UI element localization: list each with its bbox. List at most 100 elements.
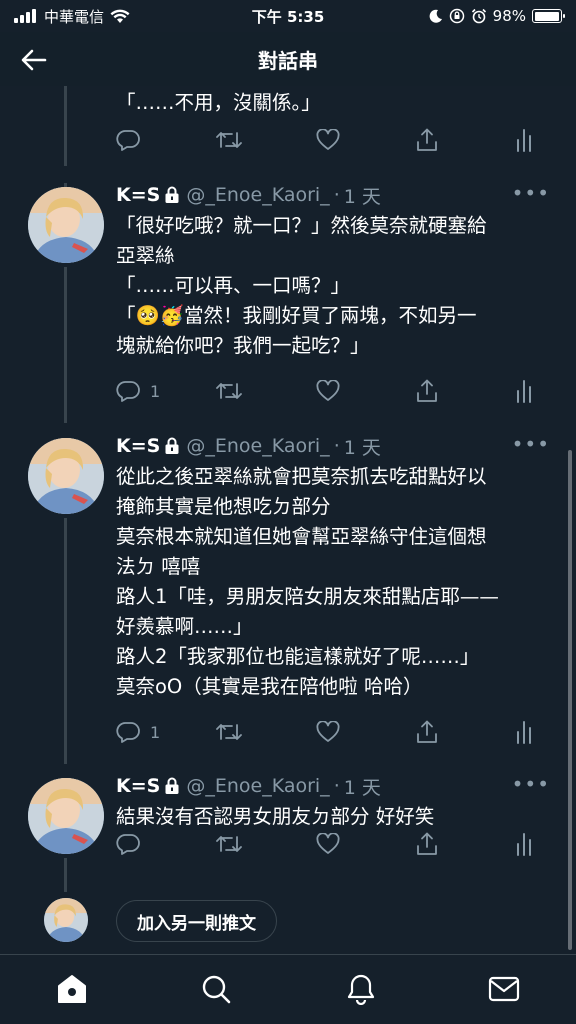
moon-icon (429, 9, 442, 23)
thread-line (64, 86, 67, 166)
back-button[interactable] (18, 44, 50, 76)
reply-button[interactable]: 1 (116, 380, 160, 402)
tab-notifications[interactable] (343, 971, 379, 1007)
tab-messages[interactable] (486, 971, 522, 1007)
timestamp[interactable]: 1 天 (344, 182, 381, 209)
retweet-button[interactable] (216, 381, 242, 401)
avatar[interactable] (28, 778, 104, 854)
analytics-button[interactable] (516, 128, 532, 152)
reply-icon (116, 834, 140, 855)
thread[interactable]: 「……不用，沒關係。」 K=S @_Enoe_Kaori_ · 1 天 ••• … (0, 86, 576, 954)
retweet-button[interactable] (216, 834, 242, 854)
tweet-text-line: 掩飾其實是他想吃ㄉ部分 (116, 495, 331, 518)
like-button[interactable] (316, 129, 340, 151)
mail-icon (488, 976, 520, 1002)
like-icon (316, 833, 340, 854)
battery-percent: 98% (492, 7, 526, 25)
scrollbar[interactable] (568, 450, 572, 950)
retweet-button[interactable] (216, 722, 242, 742)
handle[interactable]: @_Enoe_Kaori_ (186, 184, 329, 206)
tweet-text: 結果沒有否認男女朋友ㄉ部分 好好笑 (116, 802, 556, 832)
separator-dot: · (333, 184, 340, 206)
status-left: 中華電信 (14, 6, 130, 27)
battery-icon (532, 9, 565, 23)
tweet[interactable]: 「……不用，沒關係。」 (0, 86, 576, 166)
share-button[interactable] (416, 128, 438, 152)
avatar (44, 898, 88, 942)
analytics-icon (517, 380, 531, 403)
tab-home[interactable] (54, 971, 90, 1007)
tweet-text-line: 「很好吃哦？就一口？」然後莫奈就硬塞給 (116, 214, 487, 237)
analytics-button[interactable] (516, 720, 532, 744)
home-icon (58, 975, 86, 1003)
more-icon[interactable]: ••• (512, 772, 550, 796)
reply-button[interactable] (116, 129, 150, 151)
tweet-content: K=S @_Enoe_Kaori_ · 1 天 ••• 從此之後亞翠絲就會把莫奈… (116, 432, 556, 702)
reply-icon (116, 381, 140, 402)
tweet-text-line: 路人1「哇，男朋友陪女朋友來甜點店耶—— (116, 585, 499, 608)
avatar[interactable] (28, 187, 104, 263)
page-title: 對話串 (258, 48, 318, 73)
search-icon (202, 975, 231, 1004)
tweet[interactable]: K=S @_Enoe_Kaori_ · 1 天 ••• 結果沒有否認男女朋友ㄉ部… (0, 772, 576, 894)
tweet-meta: K=S @_Enoe_Kaori_ · 1 天 (116, 433, 556, 460)
retweet-button[interactable] (216, 130, 242, 150)
tweet-actions (116, 126, 556, 154)
timestamp[interactable]: 1 天 (344, 773, 381, 800)
share-button[interactable] (416, 832, 438, 856)
timestamp[interactable]: 1 天 (344, 433, 381, 460)
handle[interactable]: @_Enoe_Kaori_ (186, 435, 329, 457)
handle[interactable]: @_Enoe_Kaori_ (186, 775, 329, 797)
tweet-text-line: 路人2「我家那位也能這樣就好了呢……」 (116, 645, 480, 668)
analytics-button[interactable] (516, 379, 532, 403)
analytics-button[interactable] (516, 832, 532, 856)
tab-search[interactable] (198, 971, 234, 1007)
reply-button[interactable]: 1 (116, 721, 160, 743)
retweet-icon (216, 724, 242, 740)
avatar-image (44, 898, 88, 942)
analytics-icon (517, 833, 531, 856)
like-icon (316, 380, 340, 401)
tweet-text-line: 「🥺🥳當然！我剛好買了兩塊，不如另一 (116, 304, 477, 327)
avatar-image (28, 438, 104, 514)
like-button[interactable] (316, 380, 340, 402)
add-tweet-composer: 加入另一則推文 (0, 898, 576, 954)
share-icon (417, 720, 437, 743)
more-icon[interactable]: ••• (512, 432, 550, 456)
bell-icon (347, 974, 375, 1005)
tweet[interactable]: K=S @_Enoe_Kaori_ · 1 天 ••• 「很好吃哦？就一口？」然… (0, 181, 576, 423)
display-name[interactable]: K=S (116, 435, 160, 457)
alarm-icon (471, 8, 486, 24)
thread-header: 對話串 (0, 32, 576, 86)
thread-line (64, 858, 67, 892)
display-name[interactable]: K=S (116, 184, 160, 206)
like-button[interactable] (316, 833, 340, 855)
share-icon (417, 128, 437, 151)
avatar[interactable] (28, 438, 104, 514)
add-another-tweet-button[interactable]: 加入另一則推文 (116, 900, 277, 942)
tweet-text-line: 亞翠絲 (116, 244, 175, 267)
reply-button[interactable] (116, 833, 150, 855)
retweet-icon (216, 836, 242, 852)
share-button[interactable] (416, 720, 438, 744)
tweet-actions: 1 (116, 377, 556, 405)
tweet[interactable]: K=S @_Enoe_Kaori_ · 1 天 ••• 從此之後亞翠絲就會把莫奈… (0, 432, 576, 764)
reply-icon (116, 130, 140, 151)
carrier-name: 中華電信 (44, 7, 105, 26)
thread-line (64, 267, 67, 423)
like-button[interactable] (316, 721, 340, 743)
like-icon (316, 129, 340, 150)
share-icon (417, 832, 437, 855)
tweet-text-line: 塊就給你吧？我們一起吃？」 (116, 334, 370, 357)
tweet-text-line: 莫奈oO（其實是我在陪他啦 哈哈） (116, 675, 423, 698)
share-button[interactable] (416, 379, 438, 403)
bottom-tab-bar (0, 954, 576, 1024)
tweet-actions (116, 830, 556, 858)
tweet-meta: K=S @_Enoe_Kaori_ · 1 天 (116, 773, 556, 800)
back-arrow-icon (21, 49, 47, 71)
avatar-image (28, 778, 104, 854)
more-icon[interactable]: ••• (512, 181, 550, 205)
signal-icon (14, 9, 36, 23)
display-name[interactable]: K=S (116, 775, 160, 797)
reply-count: 1 (150, 381, 161, 401)
